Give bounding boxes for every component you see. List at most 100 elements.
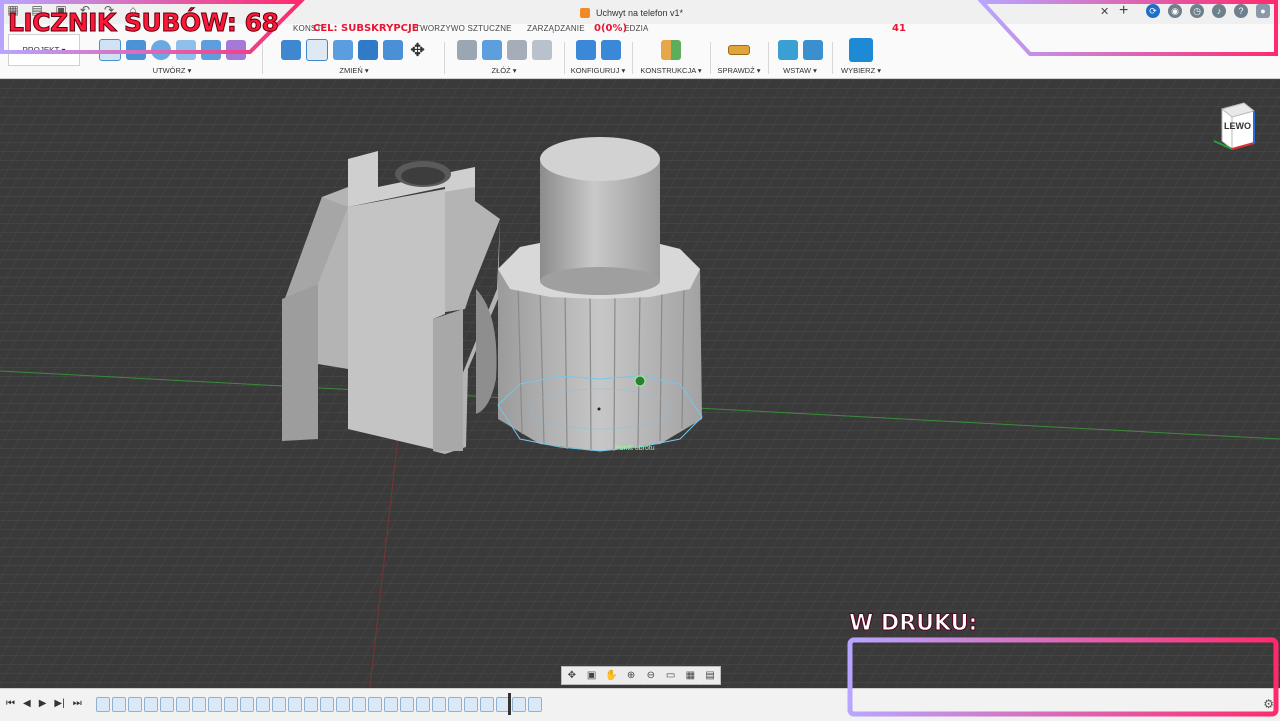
pan-icon[interactable]: ✋	[605, 670, 617, 681]
revolve-tool[interactable]	[150, 40, 171, 60]
timeline-feature[interactable]	[112, 697, 126, 712]
navigation-bar: ✥ ▣ ✋ ⊕ ⊖ ▭ ▦ ▤	[561, 666, 721, 685]
step-back-icon[interactable]: ◀	[23, 698, 31, 709]
combine-tool[interactable]	[357, 40, 378, 60]
refresh-icon[interactable]: ⟳	[1146, 4, 1160, 18]
measure-tool[interactable]	[728, 45, 750, 55]
orbit-icon[interactable]: ✥	[566, 670, 578, 681]
sub-counter: LICZNIK SUBÓW: 68	[7, 8, 279, 38]
sketch-tool[interactable]	[98, 39, 121, 61]
split-tool[interactable]	[382, 40, 403, 60]
user-icon[interactable]: ◉	[1168, 4, 1182, 18]
timeline-feature[interactable]	[144, 697, 158, 712]
group-select: WYBIERZ ▾	[836, 38, 886, 78]
timeline-feature[interactable]	[384, 697, 398, 712]
timeline-feature[interactable]	[176, 697, 190, 712]
viewcube[interactable]: LEWO	[1212, 99, 1264, 153]
timeline-feature[interactable]	[528, 697, 542, 712]
timeline-feature[interactable]	[192, 697, 206, 712]
extrude-tool[interactable]	[125, 40, 146, 60]
timeline-feature[interactable]	[352, 697, 366, 712]
gear-icon[interactable]: ⚙	[1263, 697, 1274, 711]
avatar-icon[interactable]: ●	[1256, 4, 1270, 18]
timeline-feature[interactable]	[512, 697, 526, 712]
insert-derive-tool[interactable]	[777, 40, 798, 60]
viewports-icon[interactable]: ▤	[704, 670, 716, 681]
timeline-feature[interactable]	[272, 697, 286, 712]
timeline-feature[interactable]	[208, 697, 222, 712]
timeline-feature[interactable]	[160, 697, 174, 712]
ground-grid	[0, 79, 1280, 687]
pattern-tool[interactable]	[200, 40, 221, 60]
workspace-switcher[interactable]: PROJEKT ▾	[8, 34, 80, 66]
document-tab[interactable]: Uchwyt na telefon v1*	[580, 4, 683, 22]
goal-target: 41	[892, 23, 906, 34]
press-pull-tool[interactable]	[280, 40, 301, 60]
pivot-point-icon[interactable]	[634, 375, 646, 387]
joint-origin-tool[interactable]	[531, 40, 552, 60]
viewcube-face-label[interactable]: LEWO	[1224, 121, 1251, 131]
timeline-feature[interactable]	[368, 697, 382, 712]
divider	[832, 42, 833, 74]
timeline-marker[interactable]	[508, 693, 511, 715]
timeline-feature[interactable]	[432, 697, 446, 712]
timeline-feature[interactable]	[336, 697, 350, 712]
select-tool[interactable]	[849, 38, 873, 62]
shell-tool[interactable]	[332, 40, 353, 60]
move-icon[interactable]: ✥	[408, 40, 428, 60]
group-label-insert[interactable]: WSTAW ▾	[772, 66, 828, 75]
play-icon[interactable]: ▶	[39, 698, 47, 709]
3d-viewport[interactable]: Punkt obrotu LEWO	[0, 79, 1280, 687]
fillet-tool[interactable]	[305, 39, 328, 61]
parameters-tool[interactable]	[575, 40, 596, 60]
tab-zarzadzanie[interactable]: ZARZĄDZANIE	[527, 24, 585, 33]
skip-start-icon[interactable]: ⏮	[6, 698, 15, 709]
zoom-icon[interactable]: ⊕	[625, 670, 637, 681]
as-built-joint-tool[interactable]	[506, 40, 527, 60]
group-label-select[interactable]: WYBIERZ ▾	[836, 66, 886, 75]
group-label-modify[interactable]: ZMIEŃ ▾	[268, 66, 440, 75]
bell-icon[interactable]: ♪	[1212, 4, 1226, 18]
group-label-inspect[interactable]: SPRAWDŹ ▾	[714, 66, 764, 75]
timeline-feature[interactable]	[224, 697, 238, 712]
help-icon[interactable]: ?	[1234, 4, 1248, 18]
group-label-assemble[interactable]: ZŁÓŻ ▾	[448, 66, 560, 75]
tab-narzedzia[interactable]: EDZIA	[624, 24, 649, 33]
fit-icon[interactable]: ⊖	[645, 670, 657, 681]
group-label-create[interactable]: UTWÓRZ ▾	[88, 66, 256, 75]
timeline-feature[interactable]	[240, 697, 254, 712]
close-tab-icon[interactable]: ✕	[1100, 5, 1109, 18]
grid-settings-icon[interactable]: ▦	[684, 670, 696, 681]
insert-image-tool[interactable]	[802, 40, 823, 60]
timeline-feature[interactable]	[320, 697, 334, 712]
timeline-feature[interactable]	[256, 697, 270, 712]
timeline-feature[interactable]	[128, 697, 142, 712]
form-tool[interactable]	[225, 40, 246, 60]
step-forward-icon[interactable]: ▶|	[54, 698, 64, 709]
new-component-tool[interactable]	[481, 40, 502, 60]
timeline-feature[interactable]	[464, 697, 478, 712]
document-title: Uchwyt na telefon v1*	[596, 8, 684, 18]
timeline-feature[interactable]	[304, 697, 318, 712]
skip-end-icon[interactable]: ⏭	[73, 698, 82, 709]
look-at-icon[interactable]: ▣	[586, 670, 598, 681]
timeline-feature[interactable]	[400, 697, 414, 712]
timeline-feature[interactable]	[480, 697, 494, 712]
joint-tool[interactable]	[456, 40, 477, 60]
offset-plane-tool[interactable]	[661, 40, 681, 60]
timeline-feature[interactable]	[288, 697, 302, 712]
group-label-construct[interactable]: KONSTRUKCJA ▾	[636, 66, 706, 75]
timeline-controls: ⏮ ◀ ▶ ▶| ⏭	[6, 698, 82, 709]
divider	[262, 42, 263, 74]
new-tab-icon[interactable]: +	[1119, 2, 1128, 20]
tab-tworzywo[interactable]: TWORZYWO SZTUCZNE	[415, 24, 512, 33]
configure-tool[interactable]	[600, 40, 621, 60]
hole-tool[interactable]	[175, 40, 196, 60]
group-label-configure[interactable]: KONFIGURUJ ▾	[568, 66, 628, 75]
divider	[444, 42, 445, 74]
clock-icon[interactable]: ◷	[1190, 4, 1204, 18]
display-icon[interactable]: ▭	[665, 670, 677, 681]
timeline-feature[interactable]	[96, 697, 110, 712]
timeline-feature[interactable]	[448, 697, 462, 712]
timeline-feature[interactable]	[416, 697, 430, 712]
